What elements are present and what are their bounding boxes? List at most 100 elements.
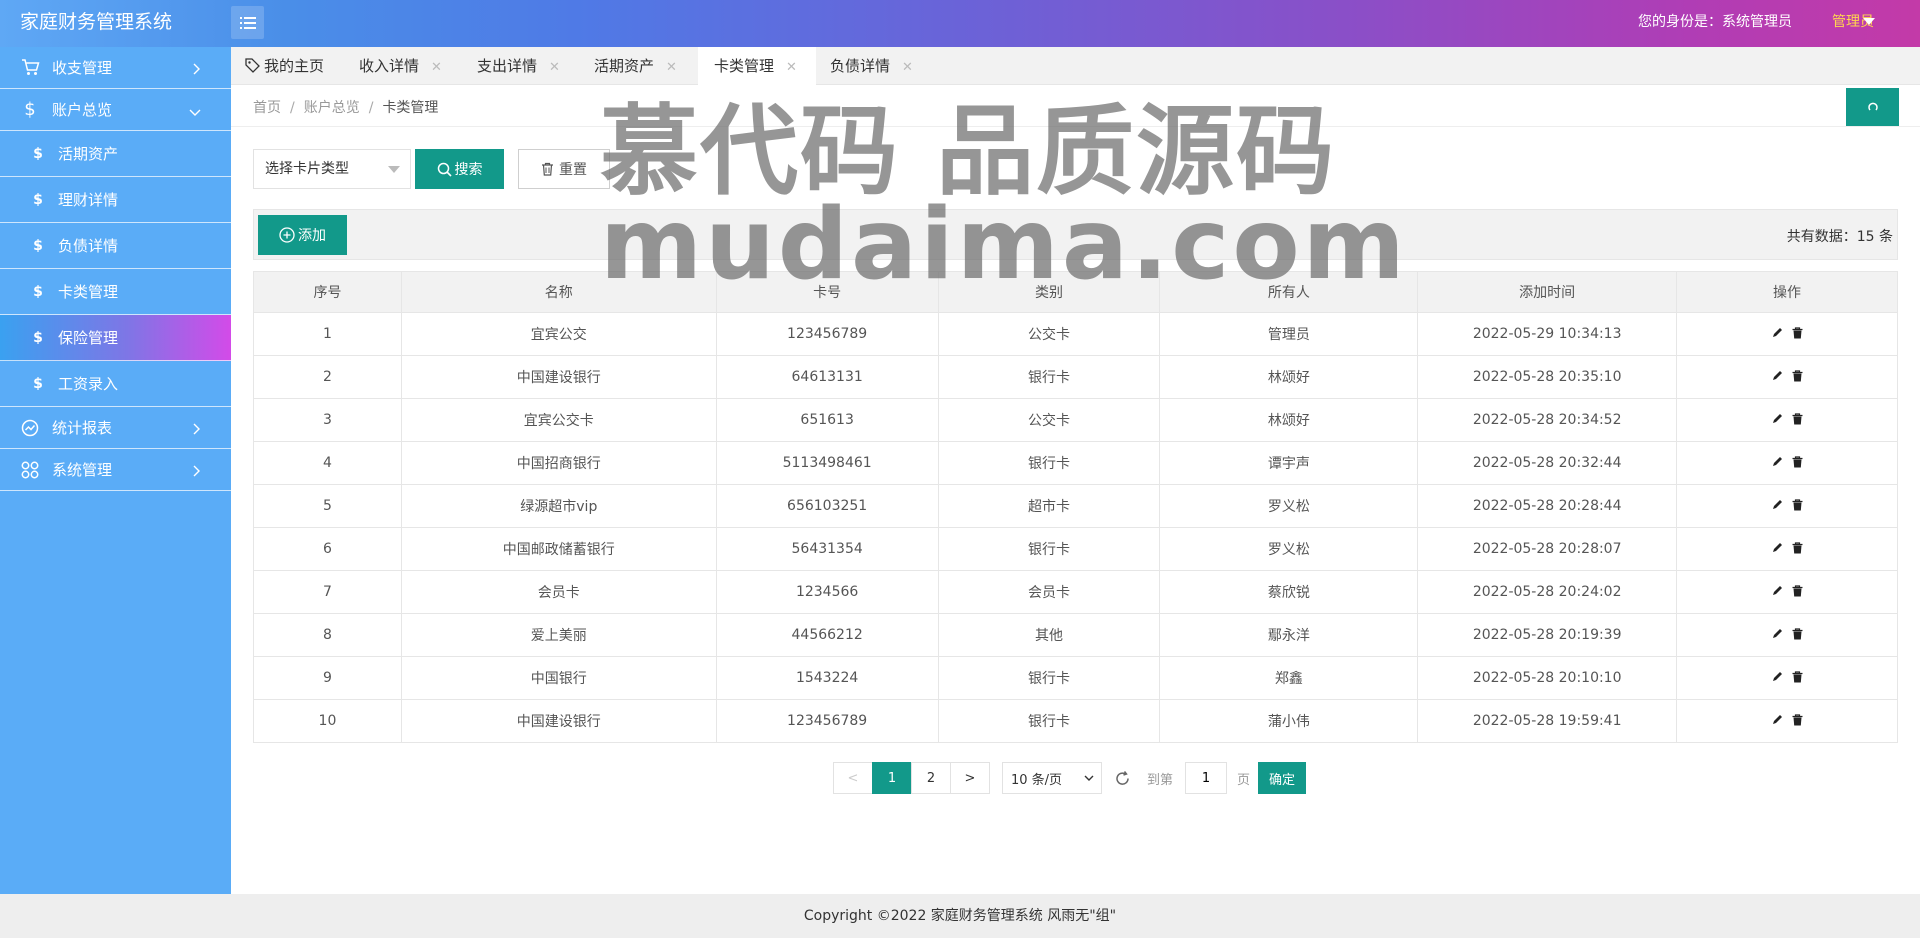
sidebar-item-debt-details[interactable]: $ 负债详情 (0, 223, 231, 269)
delete-icon[interactable] (1792, 455, 1803, 468)
reload-button[interactable] (1114, 770, 1131, 787)
table-cell-actions (1676, 355, 1898, 399)
table-cell: 4 (253, 441, 402, 485)
table-cell: 7 (253, 570, 402, 614)
breadcrumb-parent[interactable]: 账户总览 (304, 100, 360, 116)
delete-icon[interactable] (1792, 713, 1803, 726)
table-cell: 10 (253, 699, 402, 743)
sidebar-item-label: 保险管理 (58, 329, 119, 347)
table-cell: 64613131 (715, 355, 939, 399)
table-row: 1 宜宾公交 123456789 公交卡 管理员 2022-05-29 10:34:13 (253, 312, 1898, 356)
edit-icon[interactable] (1772, 628, 1783, 639)
tab-debt-details[interactable]: 负债详情 ✕ (830, 47, 913, 85)
sidebar-item-financial-details[interactable]: $ 理财详情 (0, 177, 231, 223)
close-icon[interactable]: ✕ (431, 60, 442, 75)
edit-icon[interactable] (1772, 714, 1783, 725)
close-icon[interactable]: ✕ (902, 60, 913, 75)
edit-icon[interactable] (1772, 456, 1783, 467)
prev-page-button[interactable]: < (833, 762, 873, 794)
breadcrumb-separator: / (368, 100, 374, 116)
table-row: 8 爱上美丽 44566212 其他 鄢永洋 2022-05-28 20:19:39 (253, 613, 1898, 657)
goto-confirm-button[interactable]: 确定 (1258, 762, 1307, 794)
table-cell: 6 (253, 527, 402, 571)
card-type-select[interactable]: 选择卡片类型 (253, 149, 411, 189)
sidebar-item-label: 系统管理 (52, 461, 113, 479)
table-cell: 2022-05-29 10:34:13 (1417, 312, 1678, 356)
table-cell: 2022-05-28 20:24:02 (1417, 570, 1678, 614)
table-cell: 123456789 (715, 312, 939, 356)
dollar-icon: $ (33, 329, 43, 346)
delete-icon[interactable] (1792, 326, 1803, 339)
footer: Copyright ©2022 家庭财务管理系统 风雨无"组" (0, 894, 1920, 938)
page-size-select[interactable]: 10 条/页 (1002, 762, 1102, 794)
delete-icon[interactable] (1792, 369, 1803, 382)
sidebar-item-label: 工资录入 (58, 375, 119, 393)
sidebar-item-card-management[interactable]: $ 卡类管理 (0, 269, 231, 315)
table-row: 2 中国建设银行 64613131 银行卡 林颂好 2022-05-28 20:35:10 (253, 355, 1898, 399)
close-icon[interactable]: ✕ (549, 60, 560, 75)
tab-income-details[interactable]: 收入详情 ✕ (359, 47, 442, 85)
edit-icon[interactable] (1772, 370, 1783, 381)
table-row: 5 绿源超市vip 656103251 超市卡 罗义松 2022-05-28 20:28:… (253, 484, 1898, 528)
search-icon (437, 162, 452, 177)
sidebar-item-insurance[interactable]: $ 保险管理 (0, 315, 231, 361)
table-cell: 蔡欣锐 (1159, 570, 1419, 614)
column-header: 操作 (1676, 271, 1898, 313)
tab-home[interactable]: 我的主页 (245, 47, 324, 85)
delete-icon[interactable] (1792, 541, 1803, 554)
tab-label: 支出详情 (477, 57, 538, 75)
tab-card-management[interactable]: 卡类管理 ✕ (698, 47, 816, 85)
column-header: 类别 (937, 271, 1161, 313)
search-button[interactable]: 搜索 (415, 149, 504, 189)
page-size-value: 10 条/页 (1011, 772, 1063, 788)
card-type-select-value: 选择卡片类型 (265, 161, 349, 177)
sidebar-item-income-expense[interactable]: 收支管理 (0, 47, 231, 89)
reset-button[interactable]: 重置 (518, 149, 610, 189)
sidebar-item-label: 收支管理 (52, 59, 113, 77)
delete-icon[interactable] (1792, 498, 1803, 511)
table-cell: 银行卡 (937, 441, 1161, 485)
tab-label: 收入详情 (359, 57, 420, 75)
page-button-1[interactable]: 1 (872, 762, 912, 794)
delete-icon[interactable] (1792, 670, 1803, 683)
tab-expense-details[interactable]: 支出详情 ✕ (477, 47, 560, 85)
table-cell-actions (1676, 441, 1898, 485)
edit-icon[interactable] (1772, 585, 1783, 596)
table-cell: 2022-05-28 20:35:10 (1417, 355, 1678, 399)
tab-current-assets[interactable]: 活期资产 ✕ (594, 47, 677, 85)
menu-toggle-button[interactable] (231, 6, 264, 39)
sidebar-item-reports[interactable]: 统计报表 (0, 407, 231, 449)
goto-page-input[interactable] (1185, 762, 1228, 794)
reload-icon (1116, 770, 1129, 785)
delete-icon[interactable] (1792, 584, 1803, 597)
dollar-icon: $ (24, 99, 36, 120)
close-icon[interactable]: ✕ (786, 60, 797, 75)
tab-bar: 我的主页 收入详情 ✕ 支出详情 ✕ 活期资产 ✕ 卡类管理 ✕ 负债详情 ✕ (231, 47, 1920, 85)
close-icon[interactable]: ✕ (666, 60, 677, 75)
edit-icon[interactable] (1772, 671, 1783, 682)
breadcrumb-home[interactable]: 首页 (253, 100, 281, 116)
dollar-icon: $ (33, 145, 43, 162)
table-cell: 5 (253, 484, 402, 528)
sidebar-item-label: 账户总览 (52, 101, 113, 119)
delete-icon[interactable] (1792, 627, 1803, 640)
edit-icon[interactable] (1772, 413, 1783, 424)
sidebar-item-current-assets[interactable]: $ 活期资产 (0, 131, 231, 177)
app-title: 家庭财务管理系统 (20, 11, 173, 33)
caret-down-icon[interactable] (1863, 18, 1875, 25)
sidebar-item-label: 活期资产 (58, 145, 119, 163)
page-button-2[interactable]: 2 (911, 762, 951, 794)
edit-icon[interactable] (1772, 327, 1783, 338)
delete-icon[interactable] (1792, 412, 1803, 425)
edit-icon[interactable] (1772, 499, 1783, 510)
table-cell: 1234566 (715, 570, 939, 614)
sidebar-item-salary-entry[interactable]: $ 工资录入 (0, 361, 231, 407)
sidebar-item-system[interactable]: 系统管理 (0, 449, 231, 491)
refresh-page-button[interactable] (1846, 88, 1899, 126)
add-button[interactable]: 添加 (258, 215, 347, 255)
next-page-button[interactable]: > (950, 762, 990, 794)
edit-icon[interactable] (1772, 542, 1783, 553)
table-cell: 银行卡 (937, 656, 1161, 700)
sidebar-item-account-overview[interactable]: $ 账户总览 (0, 89, 231, 131)
table-row: 6 中国邮政储蓄银行 56431354 银行卡 罗义松 2022-05-28 20:28:… (253, 527, 1898, 571)
